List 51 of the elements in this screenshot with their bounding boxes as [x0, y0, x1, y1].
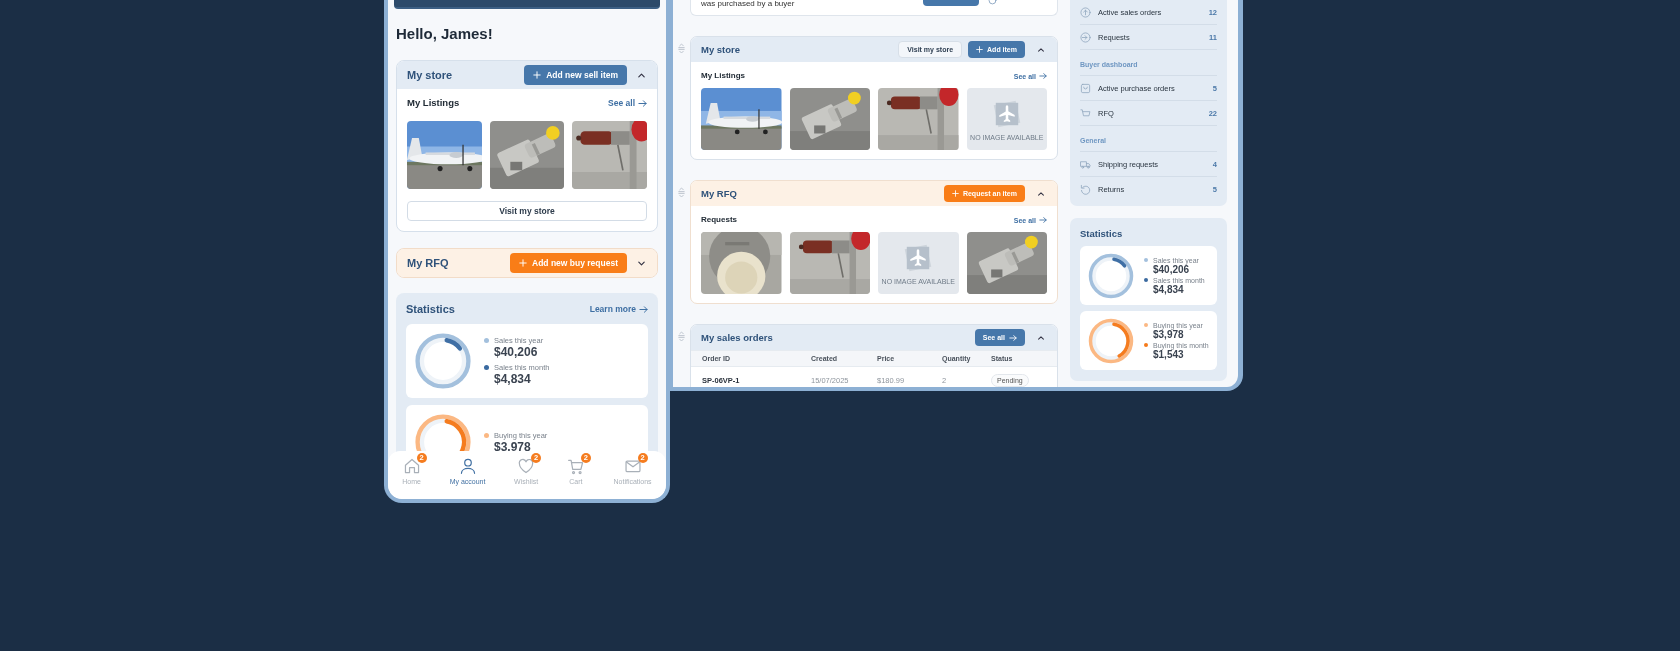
section-title: Statistics	[1080, 228, 1124, 240]
arrow-right-icon	[1039, 72, 1047, 80]
learn-more-link[interactable]: Learn more	[589, 304, 648, 314]
subsection-title: Requests	[701, 214, 737, 226]
visit-store-button[interactable]: Visit my store	[407, 201, 647, 221]
bag-icon	[1080, 82, 1091, 94]
user-icon	[458, 457, 477, 475]
enter-icon	[1080, 31, 1091, 43]
section-title: My store	[701, 44, 741, 55]
subsection-title: My Listings	[701, 70, 745, 82]
plus-icon	[976, 46, 984, 53]
plus-icon	[951, 190, 959, 197]
see-all-link[interactable]: See all	[608, 98, 647, 108]
stat-value: $1,543	[1152, 348, 1185, 360]
section-title: My sales orders	[701, 332, 773, 343]
envelope-icon	[623, 457, 642, 475]
drag-handle-icon	[677, 43, 686, 54]
stat-value: $40,206	[493, 345, 539, 359]
arrow-right-icon	[1009, 333, 1017, 342]
undo-icon	[1080, 183, 1091, 195]
section-title: My RFQ	[407, 257, 450, 269]
stat-value: $4,834	[1152, 283, 1185, 295]
stat-value: $3,978	[493, 439, 532, 454]
arrow-right-icon	[638, 98, 647, 108]
drag-handle-icon	[677, 331, 686, 342]
action-button[interactable]	[923, 0, 979, 6]
arrow-right-icon	[639, 304, 648, 314]
stat-value: $4,834	[493, 372, 532, 386]
add-button[interactable]: Add new sell item	[524, 65, 627, 85]
truck-icon	[1080, 158, 1091, 170]
stat-value: $3,978	[1152, 328, 1185, 340]
section-title: Statistics	[406, 303, 456, 315]
drag-handle-icon	[677, 187, 686, 198]
subsection-title: My Listings	[407, 97, 460, 109]
greeting-heading: Hello, James!	[396, 25, 494, 43]
stat-value: $40,206	[1152, 263, 1190, 275]
chevron-up-icon	[636, 70, 646, 80]
chevron-up-icon	[1037, 333, 1045, 342]
section-title: My store	[407, 69, 454, 81]
cart-icon	[566, 457, 585, 475]
plus-icon	[519, 259, 528, 267]
heart-icon	[517, 457, 536, 475]
cart-icon	[1080, 107, 1091, 119]
upload-icon	[1080, 6, 1091, 18]
arrow-right-icon	[1039, 216, 1047, 224]
notification-text: was purchased by a buyer	[701, 0, 796, 8]
chevron-up-icon	[1037, 45, 1045, 54]
plus-icon	[533, 71, 542, 79]
home-icon	[402, 457, 421, 475]
chevron-up-icon	[1037, 189, 1045, 198]
section-title: My RFQ	[701, 188, 737, 199]
